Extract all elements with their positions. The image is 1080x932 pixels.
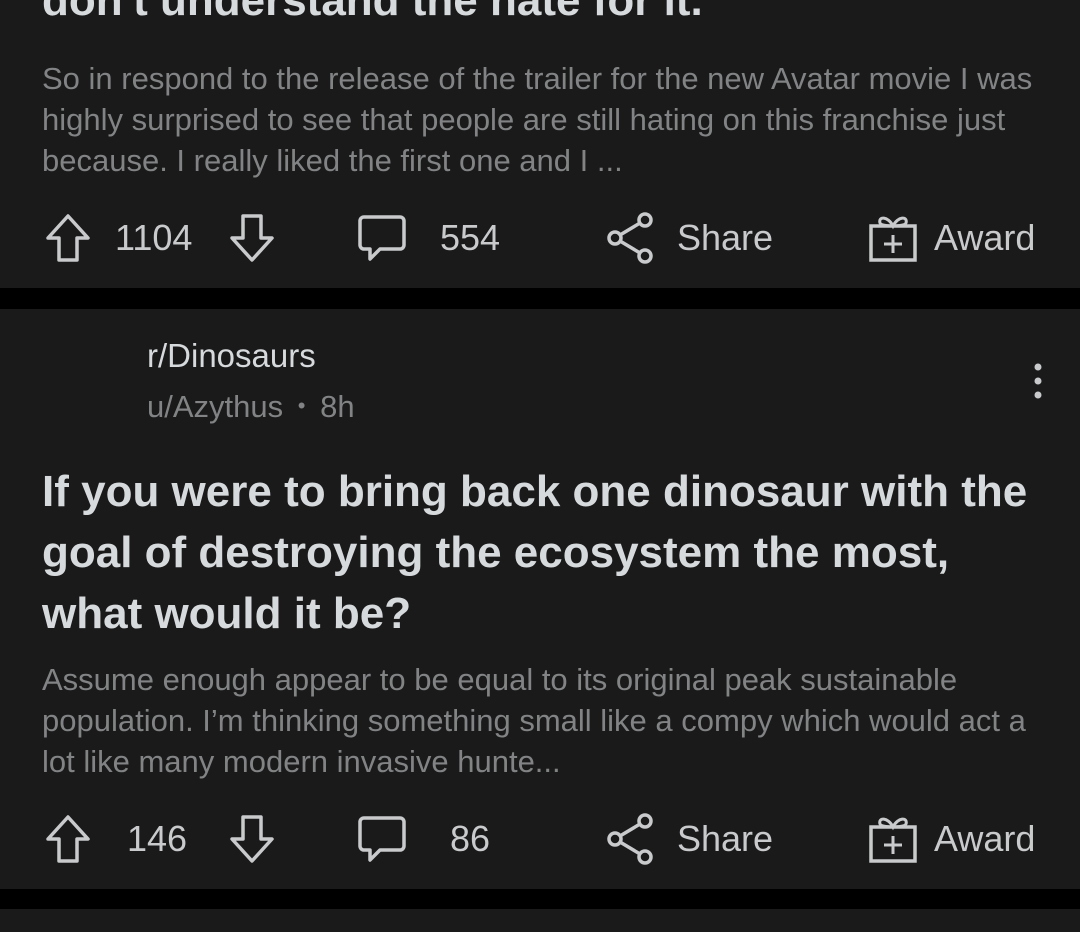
award-label: Award [934, 818, 1036, 859]
downvote-button[interactable] [228, 809, 276, 869]
downvote-button[interactable] [228, 208, 276, 268]
share-button[interactable]: Share [605, 208, 773, 268]
gift-box-icon [868, 813, 918, 865]
post-title[interactable]: don't understand the hate for it. [42, 0, 703, 31]
post-card[interactable] [0, 909, 1080, 932]
post-actions-bar: 1104 554 Share Award [0, 208, 1080, 268]
comments-button[interactable]: 554 [356, 208, 500, 268]
share-nodes-icon [605, 813, 655, 865]
upvote-button[interactable] [44, 809, 92, 869]
post-body-preview[interactable]: Assume enough appear to be equal to its … [42, 659, 1042, 782]
speech-bubble-icon [356, 813, 408, 865]
post-body-preview[interactable]: So in respond to the release of the trai… [42, 58, 1042, 181]
comment-count: 86 [450, 818, 491, 859]
post-title[interactable]: If you were to bring back one dinosaur w… [42, 461, 1052, 644]
vertical-ellipsis-icon [1020, 359, 1056, 403]
arrow-up-icon [44, 813, 92, 865]
share-button[interactable]: Share [605, 809, 773, 869]
comment-count: 554 [440, 217, 501, 258]
arrow-up-icon [44, 212, 92, 264]
post-age: 8h [320, 389, 355, 424]
award-button[interactable]: Award [868, 809, 1035, 869]
vote-count-label: 146 [127, 818, 188, 859]
award-button[interactable]: Award [868, 208, 1035, 268]
share-nodes-icon [605, 212, 655, 264]
feed: don't understand the hate for it. So in … [0, 0, 1080, 932]
vote-count: 146 [127, 809, 187, 869]
subreddit-name[interactable]: r/Dinosaurs [147, 337, 316, 375]
award-label: Award [934, 217, 1036, 258]
share-label: Share [677, 217, 774, 258]
share-label: Share [677, 818, 774, 859]
comments-button[interactable]: 86 [356, 809, 490, 869]
arrow-down-icon [228, 212, 276, 264]
post-actions-bar: 146 86 Share Award [0, 809, 1080, 869]
meta-separator: • [297, 393, 306, 418]
post-meta: u/Azythus • 8h [147, 389, 355, 425]
vote-count: 1104 [115, 208, 192, 268]
speech-bubble-icon [356, 212, 408, 264]
post-card[interactable]: r/Dinosaurs u/Azythus • 8h If you were t… [0, 309, 1080, 889]
more-options-button[interactable] [1020, 359, 1056, 403]
author-name[interactable]: u/Azythus [147, 389, 283, 424]
upvote-button[interactable] [44, 208, 92, 268]
vote-count-label: 1104 [115, 217, 193, 258]
post-card[interactable]: don't understand the hate for it. So in … [0, 0, 1080, 288]
gift-box-icon [868, 212, 918, 264]
arrow-down-icon [228, 813, 276, 865]
